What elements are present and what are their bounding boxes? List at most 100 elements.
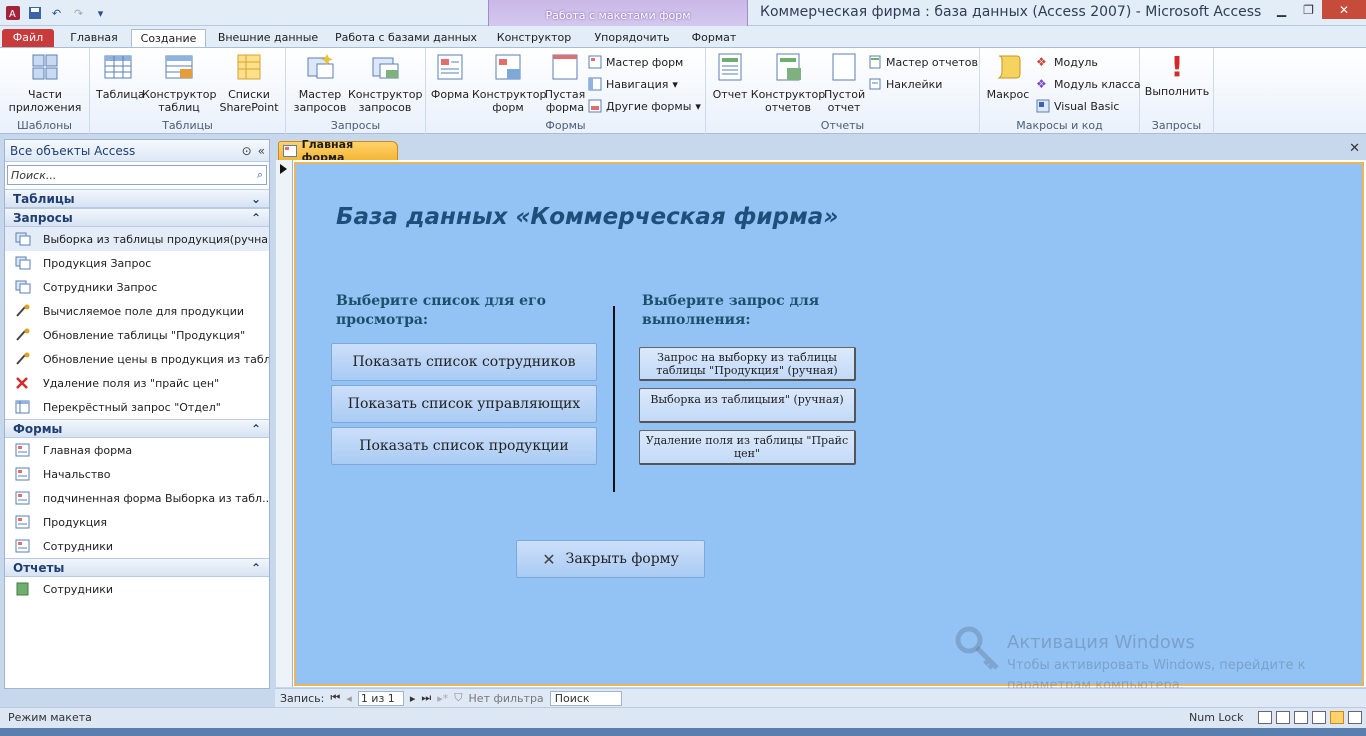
chart-view-icon[interactable] xyxy=(1312,711,1326,724)
table-designer-button[interactable]: Конструктор таблиц xyxy=(142,52,216,114)
blank-form-button[interactable]: Пустая форма xyxy=(544,52,586,114)
restore-button[interactable]: ❐ xyxy=(1295,0,1322,19)
delete-price-field-button[interactable]: Удаление поля из таблицы "Прайс цен" xyxy=(639,430,856,465)
show-products-button[interactable]: Показать список продукции xyxy=(331,427,597,465)
navigation-button[interactable]: Навигация ▾ xyxy=(588,75,678,93)
previous-record-icon[interactable]: ◂ xyxy=(346,692,352,705)
visual-basic-button[interactable]: Visual Basic xyxy=(1036,97,1119,115)
query-designer-button[interactable]: Конструктор запросов xyxy=(348,52,422,114)
list-item[interactable]: Начальство xyxy=(5,462,269,486)
list-item[interactable]: Обновление таблицы "Продукция" xyxy=(5,323,269,347)
layout-view-icon[interactable] xyxy=(1330,711,1344,724)
form-wizard-label: Мастер форм xyxy=(606,55,684,69)
nav-header[interactable]: Все объекты Access ⊙ « xyxy=(5,140,269,162)
next-record-icon[interactable]: ▸ xyxy=(410,692,416,705)
table-button[interactable]: Таблица xyxy=(96,52,145,101)
report-design-icon xyxy=(776,53,801,81)
last-record-icon[interactable]: ⏭ xyxy=(421,691,431,705)
pivot-view-icon[interactable] xyxy=(1294,711,1308,724)
query-select-products-button[interactable]: Запрос на выборку из таблицы таблицы "Пр… xyxy=(639,347,856,381)
close-document-icon[interactable]: ✕ xyxy=(1349,141,1360,156)
close-button[interactable]: ✕ xyxy=(1322,0,1366,19)
list-item[interactable]: Продукция xyxy=(5,510,269,534)
list-item[interactable]: Продукция Запрос xyxy=(5,251,269,275)
redo-icon[interactable]: ↷ xyxy=(70,5,87,22)
new-record-icon[interactable]: ▸* xyxy=(437,692,448,705)
minimize-button[interactable]: ▁ xyxy=(1268,0,1295,19)
undo-icon[interactable]: ↶ xyxy=(48,5,65,22)
report-wizard-button[interactable]: Мастер отчетов xyxy=(868,53,978,71)
collapse-pane-icon[interactable]: « xyxy=(258,144,265,158)
list-item[interactable]: Сотрудники Запрос xyxy=(5,275,269,299)
labels-button[interactable]: Наклейки xyxy=(868,75,942,93)
tab-database-tools[interactable]: Работа с базами данных xyxy=(332,29,480,48)
filter-status[interactable]: Нет фильтра xyxy=(469,692,544,705)
list-item[interactable]: Вычисляемое поле для продукции xyxy=(5,299,269,323)
nav-search-input[interactable]: Поиск... xyxy=(11,169,56,182)
report-button[interactable]: Отчет xyxy=(712,52,748,101)
form-label: Форма xyxy=(430,88,470,101)
design-view-icon[interactable] xyxy=(1348,711,1362,724)
tab-design[interactable]: Конструктор xyxy=(492,29,576,48)
nav-section-queries[interactable]: Запросы ⌃ xyxy=(5,208,269,227)
quick-access-toolbar: A ↶ ↷ ▾ xyxy=(4,3,109,23)
update-query-icon xyxy=(16,304,30,317)
list-item[interactable]: подчиненная форма Выборка из табл... xyxy=(5,486,269,510)
class-module-label: Модуль класса xyxy=(1054,77,1141,91)
record-position-field[interactable]: 1 из 1 xyxy=(357,690,404,706)
tab-external-data[interactable]: Внешние данные xyxy=(212,29,324,48)
list-item[interactable]: Главная форма xyxy=(5,438,269,462)
show-employees-button[interactable]: Показать список сотрудников xyxy=(331,343,597,381)
record-search-input[interactable]: Поиск xyxy=(549,690,622,706)
nav-search-box[interactable]: Поиск... ⌕ xyxy=(7,165,267,185)
report-designer-button[interactable]: Конструктор отчетов xyxy=(750,52,826,114)
tab-home[interactable]: Главная xyxy=(62,29,126,48)
labels-label: Наклейки xyxy=(886,77,943,91)
save-icon[interactable] xyxy=(26,5,43,22)
list-item[interactable]: Сотрудники xyxy=(5,534,269,558)
nav-section-forms[interactable]: Формы ⌃ xyxy=(5,419,269,438)
nav-section-reports[interactable]: Отчеты ⌃ xyxy=(5,558,269,577)
form-view-icon[interactable] xyxy=(1258,711,1272,724)
other-forms-button[interactable]: Другие формы ▾ xyxy=(588,97,701,115)
datasheet-view-icon[interactable] xyxy=(1276,711,1290,724)
record-selector[interactable] xyxy=(276,160,293,687)
document-tab-main-form[interactable]: Главная форма xyxy=(278,138,398,164)
list-item[interactable]: Выборка из таблицы продукция(ручная) xyxy=(5,227,269,251)
query-select-table-button[interactable]: Выборка из таблицыия" (ручная) xyxy=(639,388,856,423)
query-wizard-button[interactable]: Мастер запросов xyxy=(292,52,348,114)
report-wizard-icon xyxy=(869,55,881,69)
access-logo-icon[interactable]: A xyxy=(4,5,21,22)
list-item[interactable]: Удаление поля из "прайс цен" xyxy=(5,371,269,395)
blank-report-button[interactable]: Пустой отчет xyxy=(824,52,865,114)
form-designer-button[interactable]: Конструктор форм xyxy=(472,52,546,114)
group-label: Макросы и код xyxy=(1016,119,1103,132)
window-controls: ▁ ❐ ✕ xyxy=(1268,0,1366,22)
show-managers-button[interactable]: Показать список управляющих xyxy=(331,385,597,423)
form-wizard-button[interactable]: Мастер форм xyxy=(588,53,683,71)
application-parts-button[interactable]: Части приложения xyxy=(5,52,85,114)
tab-file[interactable]: Файл xyxy=(2,29,54,48)
sharepoint-lists-button[interactable]: Списки SharePoint xyxy=(216,52,282,114)
watermark-line1: Чтобы активировать Windows, перейдите к xyxy=(1007,658,1306,673)
module-button[interactable]: ❖ Модуль xyxy=(1036,53,1098,71)
customize-qat-icon[interactable]: ▾ xyxy=(92,5,109,22)
macro-button[interactable]: Макрос xyxy=(986,52,1030,101)
tab-format[interactable]: Формат xyxy=(686,29,742,48)
tab-create[interactable]: Создание xyxy=(131,29,206,49)
search-icon[interactable]: ⌕ xyxy=(257,168,263,182)
class-module-button[interactable]: ❖ Модуль класса xyxy=(1036,75,1141,93)
group-label: Шаблоны xyxy=(17,119,72,132)
form-button[interactable]: Форма xyxy=(430,52,470,101)
current-record-arrow-icon xyxy=(280,164,287,174)
list-item[interactable]: Сотрудники xyxy=(5,577,269,601)
list-item[interactable]: Обновление цены в продукция из табл... xyxy=(5,347,269,371)
first-record-icon[interactable]: ⏮ xyxy=(330,691,340,705)
close-form-button[interactable]: ✕ Закрыть форму xyxy=(516,540,705,578)
nav-section-tables[interactable]: Таблицы ⌄ xyxy=(5,189,269,208)
run-button[interactable]: ! Выполнить xyxy=(1144,52,1210,99)
list-item[interactable]: Перекрёстный запрос "Отдел" xyxy=(5,395,269,419)
nav-menu-icon[interactable]: ⊙ xyxy=(242,144,252,158)
svg-text:A: A xyxy=(9,9,16,20)
tab-arrange[interactable]: Упорядочить xyxy=(586,29,678,48)
